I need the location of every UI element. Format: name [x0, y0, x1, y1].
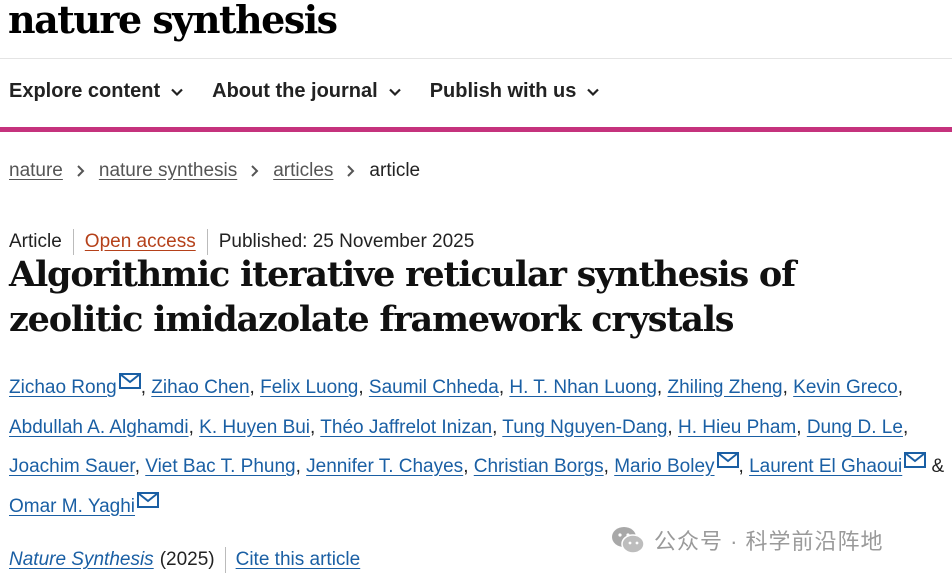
chevron-down-icon [171, 88, 183, 96]
breadcrumb-nature-synthesis[interactable]: nature synthesis [99, 160, 237, 182]
author-separator: , [310, 416, 316, 438]
chevron-right-icon [251, 165, 259, 177]
nav-label: Explore content [9, 80, 161, 102]
chevron-right-icon [347, 165, 355, 177]
chevron-down-icon [388, 88, 401, 96]
citation-row: Nature Synthesis (2025) Cite this articl… [9, 547, 360, 573]
article-title: Algorithmic iterative reticular synthesi… [9, 254, 796, 340]
nav-explore-content[interactable]: Explore content [9, 80, 184, 103]
author-link[interactable]: Kevin Greco [793, 377, 898, 398]
journal-name-link[interactable]: Nature Synthesis [9, 549, 154, 571]
author-link[interactable]: Théo Jaffrelot Inizan [320, 417, 492, 438]
mail-icon[interactable] [118, 373, 141, 389]
author-link[interactable]: Zichao Rong [9, 377, 117, 398]
author-link[interactable]: Mario Boley [614, 456, 714, 477]
mail-icon[interactable] [716, 452, 739, 468]
author-link[interactable]: Zihao Chen [151, 377, 249, 398]
author-separator: , [897, 377, 903, 398]
breadcrumb: nature nature synthesis articles article [9, 160, 420, 182]
nav-label: About the journal [212, 80, 378, 102]
author-link[interactable]: Viet Bac T. Phung [145, 456, 295, 477]
author-separator: , [188, 416, 194, 438]
author-separator: , [498, 377, 505, 398]
watermark-text: 公众号 · 科学前沿阵地 [654, 529, 884, 554]
open-access-link[interactable]: Open access [85, 231, 196, 253]
author-link[interactable]: Jennifer T. Chayes [306, 456, 463, 477]
author-link[interactable]: Zhiling Zheng [667, 377, 782, 398]
article-type: Article [9, 231, 62, 252]
author-separator: , [738, 456, 744, 477]
accent-bar [0, 127, 952, 132]
author-link[interactable]: Saumil Chheda [369, 377, 499, 398]
author-separator: , [134, 456, 140, 477]
author-link[interactable]: Christian Borgs [474, 456, 604, 477]
divider [224, 547, 226, 573]
author-separator: , [796, 416, 802, 438]
author-link[interactable]: H. Hieu Pham [678, 417, 796, 438]
main-nav: Explore content About the journal Publis… [9, 80, 628, 103]
mail-icon[interactable] [137, 491, 160, 508]
author-link[interactable]: K. Huyen Bui [199, 417, 310, 438]
author-link[interactable]: Tung Nguyen-Dang [502, 417, 667, 438]
author-separator: , [902, 416, 909, 438]
author-separator: , [140, 377, 147, 398]
chevron-right-icon [77, 165, 85, 177]
wechat-icon [612, 527, 645, 554]
breadcrumb-nature[interactable]: nature [9, 160, 63, 182]
author-link[interactable]: Dung D. Le [807, 417, 903, 438]
breadcrumb-articles[interactable]: articles [273, 160, 333, 182]
author-link[interactable]: Joachim Sauer [9, 456, 135, 477]
author-link[interactable]: Felix Luong [260, 377, 358, 398]
nav-publish-with-us[interactable]: Publish with us [430, 80, 601, 103]
author-separator: , [656, 377, 663, 398]
author-separator: , [603, 456, 609, 477]
author-link[interactable]: H. T. Nhan Luong [509, 377, 657, 398]
author-separator: , [667, 416, 673, 438]
author-separator: , [295, 456, 301, 477]
mail-icon[interactable] [904, 452, 927, 468]
author-list: Zichao Rong, Zihao Chen, Felix Luong, Sa… [9, 368, 949, 526]
watermark: 公众号 · 科学前沿阵地 [610, 524, 884, 556]
author-link[interactable]: Abdullah A. Alghamdi [9, 417, 189, 438]
author-separator: , [463, 456, 469, 477]
nav-about-journal[interactable]: About the journal [212, 80, 402, 103]
cite-this-article-link[interactable]: Cite this article [236, 549, 361, 571]
author-link[interactable]: Laurent El Ghaoui [749, 456, 902, 477]
nav-label: Publish with us [429, 80, 577, 102]
published-date: Published: 25 November 2025 [218, 231, 475, 252]
author-separator: , [492, 416, 498, 438]
author-separator: , [249, 377, 255, 398]
author-joiner: & [931, 456, 945, 477]
breadcrumb-current: article [369, 160, 421, 181]
author-separator: , [782, 377, 788, 398]
chevron-down-icon [587, 88, 600, 96]
header-divider [0, 58, 952, 59]
author-separator: , [358, 377, 364, 398]
publication-year: (2025) [159, 549, 215, 570]
author-link[interactable]: Omar M. Yaghi [9, 496, 135, 517]
journal-logo[interactable]: nature synthesis [8, 0, 338, 44]
